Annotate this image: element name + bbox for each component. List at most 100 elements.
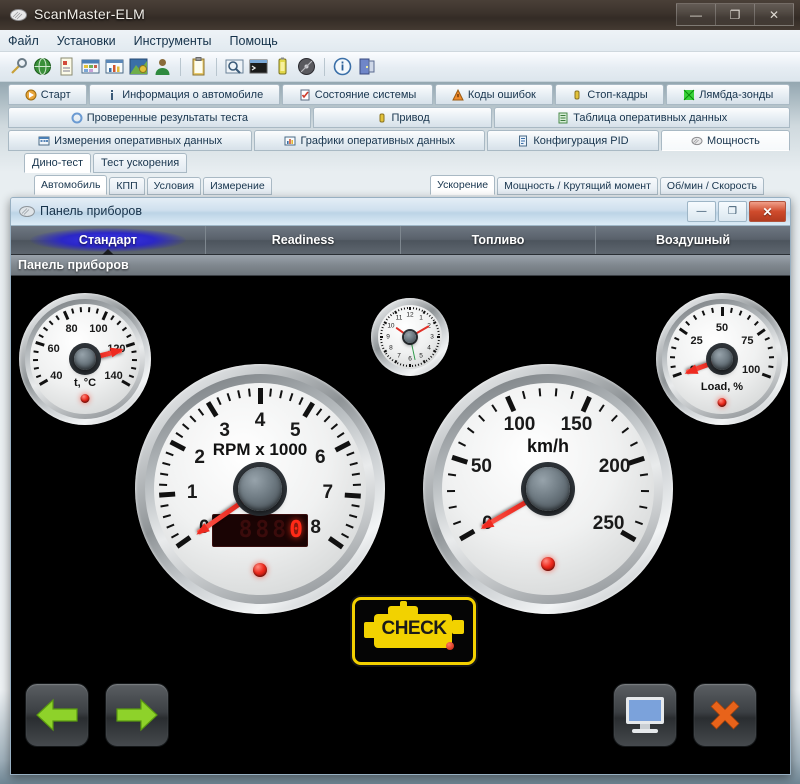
gauge-tick-label: 7 [323, 482, 334, 504]
tab-vehicle-info[interactable]: Информация о автомобиле [89, 84, 280, 105]
dashboard-title: Панель приборов [40, 204, 142, 218]
dashboard-close-button[interactable]: ✕ [749, 201, 786, 222]
tab-system-state[interactable]: Состояние системы [282, 84, 433, 105]
close-button[interactable]: ✕ [754, 3, 794, 26]
check-engine-light[interactable]: CHECK [352, 597, 476, 665]
application-window: ScanMaster-ELM — ❐ ✕ Файл Установки Инст… [0, 0, 800, 784]
menu-item-settings[interactable]: Установки [57, 34, 116, 48]
gauge-tick-label: 40 [50, 370, 62, 382]
dashboard-section-title: Панель приборов [11, 255, 790, 276]
search-terminal-icon[interactable] [224, 56, 245, 77]
connect-probe-icon[interactable] [8, 56, 29, 77]
table-icon[interactable] [80, 56, 101, 77]
globe-icon[interactable] [32, 56, 53, 77]
tab-power[interactable]: Мощность [661, 130, 790, 151]
clock-numeral: 4 [427, 345, 431, 352]
subtab-dyno-test[interactable]: Дино-тест [24, 153, 91, 173]
subtab-transmission[interactable]: КПП [109, 177, 144, 195]
tab-pid-config[interactable]: Конфигурация PID [487, 130, 659, 151]
live-measure-icon [38, 135, 50, 147]
gauge-tick-label: 80 [65, 323, 77, 335]
disc-icon[interactable] [296, 56, 317, 77]
subtab-power-torque[interactable]: Мощность / Крутящий момент [497, 177, 658, 195]
clock-numeral: 8 [389, 345, 393, 352]
clipboard-icon[interactable] [188, 56, 209, 77]
next-button[interactable] [105, 683, 169, 747]
gauge-tick-label: 25 [690, 335, 702, 347]
close-dashboard-button[interactable] [693, 683, 757, 747]
subtab-acceleration[interactable]: Ускорение [430, 175, 495, 195]
user-icon[interactable] [152, 56, 173, 77]
toolbar-separator [324, 58, 325, 76]
map-chart-icon[interactable] [128, 56, 149, 77]
exit-icon[interactable] [356, 56, 377, 77]
gauge-face: 121234567891011 [378, 305, 442, 369]
tab-label: Коды ошибок [468, 89, 536, 101]
clock-numeral: 5 [419, 353, 423, 360]
menu-item-help[interactable]: Помощь [230, 34, 278, 48]
main-title-bar: ScanMaster-ELM — ❐ ✕ [0, 0, 800, 30]
tab-label: Readiness [272, 233, 335, 247]
tab-lambda-probes[interactable]: Лямбда-зонды [666, 84, 790, 105]
tab-label: Таблица оперативных данных [573, 112, 727, 124]
tab-live-data-table[interactable]: Таблица оперативных данных [494, 107, 790, 128]
previous-button[interactable] [25, 683, 89, 747]
subtab-vehicle[interactable]: Автомобиль [34, 175, 107, 195]
info-icon[interactable] [332, 56, 353, 77]
menu-bar: Файл Установки Инструменты Помощь [0, 30, 800, 52]
toolbar-separator [216, 58, 217, 76]
menu-item-file[interactable]: Файл [8, 34, 39, 48]
tab-drive[interactable]: Привод [313, 107, 493, 128]
dashboard-tab-readiness[interactable]: Readiness [206, 226, 401, 254]
gauge-tachometer: 012345678 RPM x 1000 8 8 8 0 [135, 364, 385, 614]
gauge-engine-load: 0255075100 Load, % [656, 293, 788, 425]
tab-label: Лямбда-зонды [699, 89, 773, 101]
subtab-acceleration-test[interactable]: Тест ускорения [93, 153, 187, 173]
dashboard-tab-air[interactable]: Воздушный [596, 226, 790, 254]
gauge-face: 406080100120140 t, °C [30, 304, 140, 414]
gauge-tick-label: 200 [599, 456, 631, 478]
display-button[interactable] [613, 683, 677, 747]
gauge-face: 050100150200250 km/h [442, 383, 654, 595]
subtab-measurement[interactable]: Измерение [203, 177, 272, 195]
dashboard-tab-fuel[interactable]: Топливо [401, 226, 596, 254]
dashboard-minimize-button[interactable]: — [687, 201, 716, 222]
monitor-icon [624, 697, 666, 733]
drive-icon [376, 112, 388, 124]
tab-live-measurements[interactable]: Измерения оперативных данных [8, 130, 252, 151]
tab-freeze-frames[interactable]: Стоп-кадры [555, 84, 665, 105]
report-icon[interactable] [56, 56, 77, 77]
gauge-warning-lamp [253, 563, 267, 577]
dashboard-tab-bar: Стандарт Readiness Топливо Воздушный [11, 226, 790, 255]
gauge-tick-label: 50 [471, 456, 492, 478]
battery-icon[interactable] [272, 56, 293, 77]
gauge-tick-label: 150 [561, 414, 593, 436]
clock-hub [404, 331, 416, 343]
gauge-tick-label: 75 [741, 335, 753, 347]
minimize-button[interactable]: — [676, 3, 715, 26]
tab-label: Информация о автомобиле [122, 89, 263, 101]
console-icon[interactable] [248, 56, 269, 77]
dashboard-window-controls: — ❐ ✕ [687, 201, 786, 222]
subtab-conditions[interactable]: Условия [147, 177, 201, 195]
lcd-digit: 8 [255, 519, 269, 542]
gauge-tick-label: 2 [194, 447, 205, 469]
maximize-button[interactable]: ❐ [715, 3, 754, 26]
gauge-hub [526, 467, 570, 511]
menu-item-tools[interactable]: Инструменты [134, 34, 212, 48]
clock-numeral: 11 [396, 314, 403, 321]
dashboard-tab-standard[interactable]: Стандарт [11, 226, 206, 254]
tab-live-graphs[interactable]: Графики оперативных данных [254, 130, 485, 151]
monitor-base [632, 729, 658, 733]
toolbar [0, 52, 800, 82]
tab-label: Графики оперативных данных [300, 135, 455, 147]
tab-error-codes[interactable]: Коды ошибок [435, 84, 553, 105]
subtab-row: Дино-тест Тест ускорения [0, 153, 800, 173]
engine-nub [400, 601, 407, 608]
tab-verified-test-results[interactable]: Проверенные результаты теста [8, 107, 311, 128]
dashboard-maximize-button[interactable]: ❐ [718, 201, 747, 222]
tab-start[interactable]: Старт [8, 84, 87, 105]
gauge-tick-label: 5 [290, 420, 301, 442]
bar-chart-icon[interactable] [104, 56, 125, 77]
subtab-rpm-speed[interactable]: Об/мин / Скорость [660, 177, 764, 195]
